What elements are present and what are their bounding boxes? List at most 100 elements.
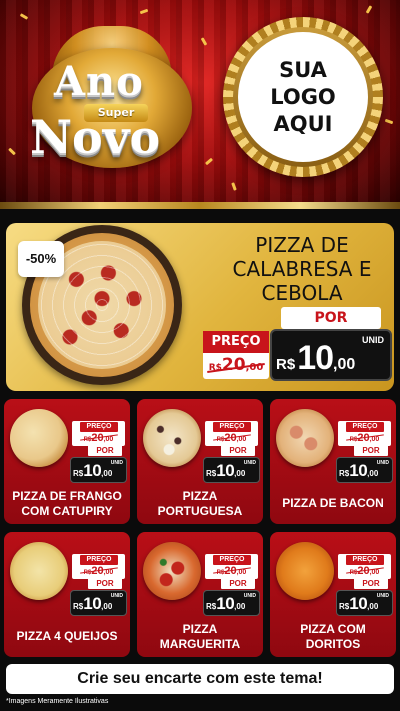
preco-label: PREÇO (346, 422, 384, 432)
price-int: 10 (216, 594, 235, 613)
currency: R$ (73, 469, 84, 478)
old-price-box: PREÇO R$20,00 (203, 331, 269, 379)
por-label: POR (88, 578, 122, 589)
pizza-image (10, 542, 68, 600)
discount-badge: -50% (18, 241, 64, 277)
currency: R$ (73, 602, 84, 611)
old-price-box: PREÇO R$20,00 (338, 554, 391, 579)
product-name: PIZZA COM DORITOS (272, 622, 394, 652)
preco-label: PREÇO (213, 422, 251, 432)
product-name: PIZZA DE BACON (272, 496, 394, 511)
currency: R$ (339, 469, 350, 478)
pizza-image (143, 542, 201, 600)
por-label: POR (221, 578, 255, 589)
price-cents: ,00 (101, 469, 113, 478)
price-box: UNID R$10,00 (203, 590, 260, 616)
title-novo: Novo (30, 110, 161, 164)
price-cents: ,00 (234, 469, 246, 478)
product-name-line2: MARGUERITA (159, 637, 241, 651)
unit-label: UNID (243, 593, 256, 599)
unit-label: UNID (362, 335, 384, 345)
old-price-box: PREÇO R$20,00 (205, 421, 258, 446)
old-price-box: PREÇO R$20,00 (72, 554, 125, 579)
cta-banner[interactable]: Crie seu encarte com este tema! (6, 664, 394, 694)
price-int: 10 (83, 461, 102, 480)
currency: R$ (276, 356, 296, 373)
product-name: PIZZA PORTUGUESA (139, 489, 261, 519)
product-name-line1: PIZZA DE FRANGO (12, 489, 122, 503)
featured-offer-card[interactable]: -50% PIZZA DE CALABRESA E CEBOLA POR PRE… (6, 223, 394, 391)
por-label: POR (281, 307, 381, 329)
featured-product-name: PIZZA DE CALABRESA E CEBOLA (212, 233, 392, 305)
price: R$10,00 (339, 594, 378, 614)
price-int: 10 (83, 594, 102, 613)
por-label: POR (88, 445, 122, 456)
product-card[interactable]: PREÇO R$20,00 POR UNID R$10,00 PIZZA DE … (270, 399, 396, 524)
product-card[interactable]: PREÇO R$20,00 POR UNID R$10,00 PIZZA COM… (270, 532, 396, 657)
logo-face: SUA LOGO AQUI (238, 32, 368, 162)
product-name-line1: PIZZA DE BACON (282, 496, 384, 510)
featured-price: R$10,00 (276, 339, 355, 378)
product-name-line2: COM CATUPIRY (21, 504, 113, 518)
price-int: 10 (349, 461, 368, 480)
pizza-image (276, 409, 334, 467)
product-name-line2: DORITOS (305, 637, 361, 651)
price-cents: ,00 (367, 469, 379, 478)
price: R$10,00 (73, 461, 112, 481)
price-int: 10 (349, 594, 368, 613)
old-price-box: PREÇO R$20,00 (205, 554, 258, 579)
price-box: UNID R$10,00 (203, 457, 260, 483)
unit-label: UNID (243, 460, 256, 466)
product-card[interactable]: PREÇO R$20,00 POR UNID R$10,00 PIZZA POR… (137, 399, 263, 524)
product-name-line1: PIZZA (182, 489, 218, 503)
preco-label: PREÇO (80, 555, 118, 565)
product-name: PIZZA DE FRANGO COM CATUPIRY (6, 489, 128, 519)
preco-label: PREÇO (203, 331, 269, 353)
ano-novo-title-art: Ano Super Novo (22, 18, 200, 178)
preco-label: PREÇO (213, 555, 251, 565)
price-box: UNID R$10,00 (336, 590, 393, 616)
featured-name-line3: CEBOLA (261, 281, 343, 305)
disclaimer-text: *Imagens Meramente Ilustrativas (6, 698, 109, 705)
product-name-line1: PIZZA 4 QUEIJOS (16, 629, 118, 643)
price-box: UNID R$10,00 (336, 457, 393, 483)
product-card[interactable]: PREÇO R$20,00 POR UNID R$10,00 PIZZA 4 Q… (4, 532, 130, 657)
pizza-image (10, 409, 68, 467)
product-card[interactable]: PREÇO R$20,00 POR UNID R$10,00 PIZZA MAR… (137, 532, 263, 657)
featured-price-box: UNID R$10,00 (270, 329, 392, 381)
gold-divider (0, 202, 400, 209)
pizza-image (143, 409, 201, 467)
price-box: UNID R$10,00 (70, 590, 127, 616)
logo-text-line1: SUA (279, 57, 327, 82)
preco-label: PREÇO (346, 555, 384, 565)
product-name: PIZZA MARGUERITA (139, 622, 261, 652)
price-cents: ,00 (333, 356, 356, 373)
price-int: 10 (297, 339, 334, 377)
currency: R$ (339, 602, 350, 611)
product-name: PIZZA 4 QUEIJOS (6, 629, 128, 644)
unit-label: UNID (376, 460, 389, 466)
logo-text-line2: LOGO (270, 84, 336, 109)
price: R$10,00 (73, 594, 112, 614)
old-price-box: PREÇO R$20,00 (338, 421, 391, 446)
unit-label: UNID (110, 593, 123, 599)
product-card[interactable]: PREÇO R$20,00 POR UNID R$10,00 PIZZA DE … (4, 399, 130, 524)
unit-label: UNID (110, 460, 123, 466)
por-label: POR (354, 445, 388, 456)
currency: R$ (206, 602, 217, 611)
price-box: UNID R$10,00 (70, 457, 127, 483)
old-price-box: PREÇO R$20,00 (72, 421, 125, 446)
price-int: 10 (216, 461, 235, 480)
product-name-line1: PIZZA COM (300, 622, 366, 636)
old-price-int: 20 (221, 355, 246, 375)
unit-label: UNID (376, 593, 389, 599)
pizza-image (276, 542, 334, 600)
price: R$10,00 (206, 461, 245, 481)
price: R$10,00 (206, 594, 245, 614)
por-label: POR (354, 578, 388, 589)
preco-label: PREÇO (80, 422, 118, 432)
product-name-line2: PORTUGUESA (157, 504, 243, 518)
product-name-line1: PIZZA (182, 622, 218, 636)
logo-frame: SUA LOGO AQUI (233, 27, 373, 167)
logo-placeholder[interactable]: SUA LOGO AQUI (223, 17, 383, 177)
